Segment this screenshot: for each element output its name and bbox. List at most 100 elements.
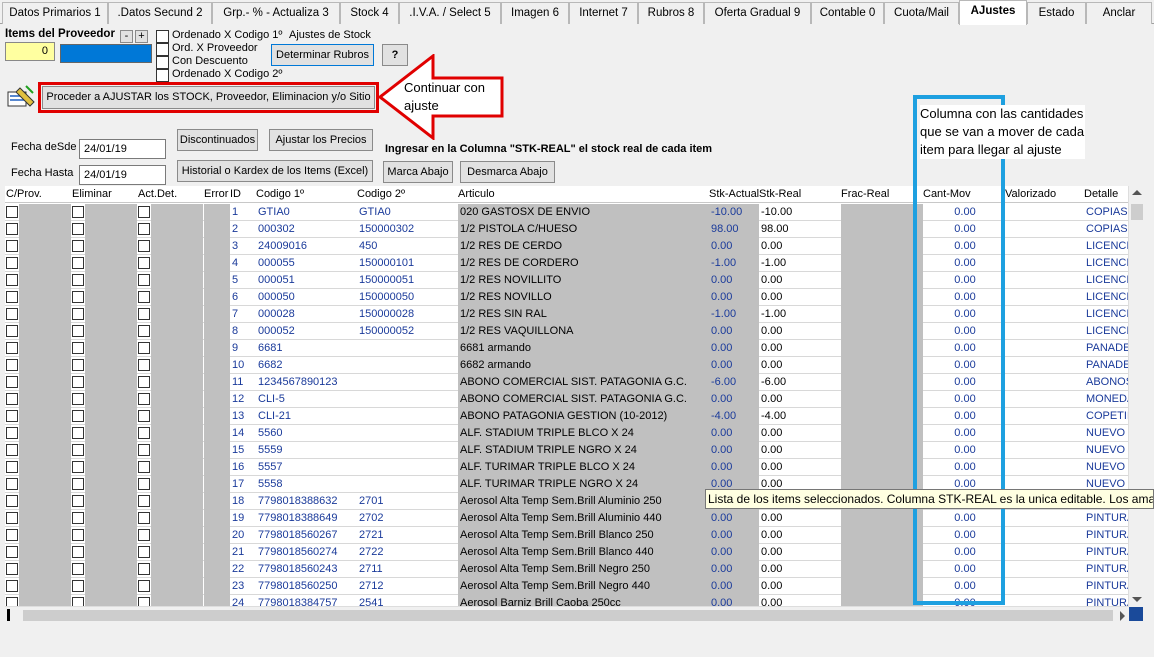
tab-stock[interactable]: Stock 4 [340,2,399,24]
actdet-checkbox[interactable] [138,325,150,337]
cell-stk-real[interactable]: -10.00 [759,204,841,221]
actdet-checkbox[interactable] [138,427,150,439]
actdet-checkbox[interactable] [138,376,150,388]
cprov-checkbox[interactable] [6,359,18,371]
tab-grp-actualiza[interactable]: Grp.- % - Actualiza 3 [212,2,340,24]
scroll-right-icon[interactable] [1120,611,1125,621]
eliminar-checkbox[interactable] [72,529,84,541]
cell-stk-real[interactable]: -6.00 [759,374,841,391]
adjust-prices-button[interactable]: Ajustar los Precios [269,129,373,151]
tab-datos-primarios[interactable]: Datos Primarios 1 [2,2,108,24]
actdet-checkbox[interactable] [138,495,150,507]
cprov-checkbox[interactable] [6,308,18,320]
col-valorizado[interactable]: Valorizado [1005,188,1056,200]
eliminar-checkbox[interactable] [72,478,84,490]
cell-stk-real[interactable]: 0.00 [759,323,841,340]
actdet-checkbox[interactable] [138,291,150,303]
checkbox-ord-proveedor[interactable] [156,43,169,56]
tab-datos-secund[interactable]: .Datos Secund 2 [108,2,212,24]
determinar-rubros-button[interactable]: Determinar Rubros [271,44,374,66]
cprov-checkbox[interactable] [6,529,18,541]
tab-contable[interactable]: Contable 0 [811,2,884,24]
eliminar-checkbox[interactable] [72,206,84,218]
actdet-checkbox[interactable] [138,546,150,558]
cprov-checkbox[interactable] [6,461,18,473]
cprov-checkbox[interactable] [6,223,18,235]
actdet-checkbox[interactable] [138,308,150,320]
col-eliminar[interactable]: Eliminar [72,188,112,200]
eliminar-checkbox[interactable] [72,427,84,439]
cprov-checkbox[interactable] [6,257,18,269]
actdet-checkbox[interactable] [138,580,150,592]
cprov-checkbox[interactable] [6,342,18,354]
date-to-field[interactable]: 24/01/19 [79,165,166,185]
cprov-checkbox[interactable] [6,240,18,252]
actdet-checkbox[interactable] [138,410,150,422]
actdet-checkbox[interactable] [138,223,150,235]
cell-stk-real[interactable]: 0.00 [759,357,841,374]
cprov-checkbox[interactable] [6,393,18,405]
cprov-checkbox[interactable] [6,495,18,507]
actdet-checkbox[interactable] [138,206,150,218]
tab-anclar[interactable]: Anclar [1086,2,1152,24]
cell-stk-real[interactable]: -1.00 [759,306,841,323]
cell-stk-real[interactable]: 0.00 [759,340,841,357]
cell-stk-real[interactable]: 98.00 [759,221,841,238]
cell-stk-real[interactable]: 0.00 [759,442,841,459]
eliminar-checkbox[interactable] [72,291,84,303]
cell-stk-real[interactable]: 0.00 [759,459,841,476]
col-id[interactable]: ID [230,188,241,200]
actdet-checkbox[interactable] [138,563,150,575]
actdet-checkbox[interactable] [138,342,150,354]
cprov-checkbox[interactable] [6,580,18,592]
checkbox-con-descuento[interactable] [156,56,169,69]
cprov-checkbox[interactable] [6,478,18,490]
col-codigo1[interactable]: Codigo 1º [256,188,304,200]
actdet-checkbox[interactable] [138,478,150,490]
eliminar-checkbox[interactable] [72,376,84,388]
tab-imagen[interactable]: Imagen 6 [501,2,569,24]
eliminar-checkbox[interactable] [72,495,84,507]
cell-stk-real[interactable]: -4.00 [759,408,841,425]
cprov-checkbox[interactable] [6,563,18,575]
cell-stk-real[interactable]: 0.00 [759,391,841,408]
actdet-checkbox[interactable] [138,512,150,524]
unmark-down-button[interactable]: Desmarca Abajo [460,161,555,183]
tab-ajustes[interactable]: AJustes [959,0,1027,25]
scroll-thumb[interactable] [1131,204,1143,220]
checkbox-ordenado-codigo2[interactable] [156,69,169,82]
date-from-field[interactable]: 24/01/19 [79,139,166,159]
tab-estado[interactable]: Estado [1027,2,1086,24]
cprov-checkbox[interactable] [6,427,18,439]
eliminar-checkbox[interactable] [72,580,84,592]
scroll-down-icon[interactable] [1132,597,1142,602]
cprov-checkbox[interactable] [6,274,18,286]
eliminar-checkbox[interactable] [72,223,84,235]
hscroll-thumb[interactable] [23,610,1113,621]
horizontal-scrollbar[interactable] [5,606,1128,623]
actdet-checkbox[interactable] [138,444,150,456]
cell-stk-real[interactable]: -1.00 [759,255,841,272]
actdet-checkbox[interactable] [138,461,150,473]
actdet-checkbox[interactable] [138,393,150,405]
cprov-checkbox[interactable] [6,410,18,422]
eliminar-checkbox[interactable] [72,410,84,422]
supplier-count-field[interactable]: 0 [5,42,55,61]
col-stk-actual[interactable]: Stk-Actual [709,188,759,200]
tab-iva-select[interactable]: .I.V.A. / Select 5 [399,2,501,24]
cprov-checkbox[interactable] [6,376,18,388]
vertical-scrollbar[interactable] [1128,186,1145,607]
cell-stk-real[interactable]: 0.00 [759,578,841,595]
col-cprov[interactable]: C/Prov. [6,188,42,200]
actdet-checkbox[interactable] [138,274,150,286]
col-frac-real[interactable]: Frac-Real [841,188,889,200]
cell-stk-real[interactable]: 0.00 [759,425,841,442]
actdet-checkbox[interactable] [138,359,150,371]
eliminar-checkbox[interactable] [72,563,84,575]
eliminar-checkbox[interactable] [72,546,84,558]
supplier-select[interactable] [60,44,152,63]
col-codigo2[interactable]: Codigo 2º [357,188,405,200]
col-actdet[interactable]: Act.Det. [138,188,177,200]
cell-stk-real[interactable]: 0.00 [759,289,841,306]
tab-oferta-gradual[interactable]: Oferta Gradual 9 [704,2,811,24]
